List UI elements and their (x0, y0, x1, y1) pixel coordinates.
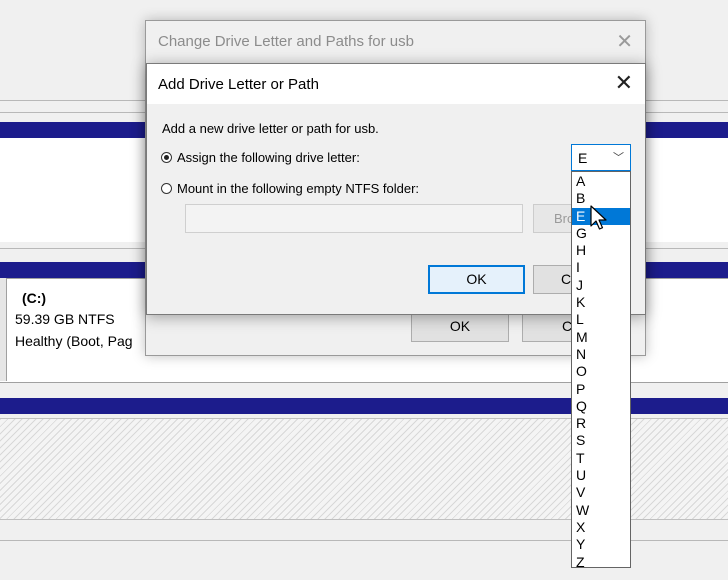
drive-letter-option[interactable]: Q (572, 398, 630, 415)
radio-unselected-icon[interactable] (161, 183, 172, 194)
drive-letter-option[interactable]: H (572, 242, 630, 259)
mount-folder-radio[interactable]: Mount in the following empty NTFS folder… (161, 181, 419, 196)
assign-letter-radio[interactable]: Assign the following drive letter: (161, 150, 360, 165)
ok-button[interactable]: OK (428, 265, 525, 294)
drive-letter-option[interactable]: N (572, 346, 630, 363)
drive-letter-option[interactable]: X (572, 519, 630, 536)
dialog-description: Add a new drive letter or path for usb. (162, 121, 379, 136)
drive-letter-option[interactable]: J (572, 277, 630, 294)
drive-letter-option[interactable]: I (572, 259, 630, 276)
partition-name: (C:) (22, 290, 47, 306)
drive-letter-option[interactable]: Z (572, 554, 630, 571)
close-icon[interactable]: ✕ (616, 29, 633, 54)
drive-letter-option[interactable]: W (572, 502, 630, 519)
mount-folder-label: Mount in the following empty NTFS folder… (177, 181, 420, 196)
title-bar: Add Drive Letter or Path ✕ (147, 64, 645, 104)
drive-letter-option[interactable]: T (572, 450, 630, 467)
drive-letter-option[interactable]: M (572, 329, 630, 346)
drive-letter-option[interactable]: V (572, 484, 630, 501)
mouse-pointer-icon (590, 205, 607, 230)
drive-letter-option[interactable]: P (572, 381, 630, 398)
partition-size: 59.39 GB NTFS (15, 311, 115, 327)
selected-drive-letter: E (578, 150, 588, 166)
dialog-title: Add Drive Letter or Path (158, 76, 319, 93)
ok-button[interactable]: OK (411, 311, 509, 342)
drive-letter-option[interactable]: U (572, 467, 630, 484)
dialog-title: Change Drive Letter and Paths for usb (158, 33, 414, 50)
drive-letter-select[interactable]: E ﹀ (571, 144, 631, 171)
drive-letter-option[interactable]: Y (572, 536, 630, 553)
drive-letter-option[interactable]: R (572, 415, 630, 432)
assign-letter-label: Assign the following drive letter: (177, 150, 360, 165)
disk-label-stub (0, 278, 7, 381)
partition-status: Healthy (Boot, Pag (15, 333, 133, 349)
drive-letter-option[interactable]: L (572, 311, 630, 328)
drive-letter-option[interactable]: O (572, 363, 630, 380)
close-icon[interactable]: ✕ (615, 70, 633, 96)
chevron-down-icon[interactable]: ﹀ (613, 149, 624, 165)
radio-selected-icon[interactable] (161, 152, 172, 163)
drive-letter-option[interactable]: A (572, 173, 630, 190)
drive-letter-option[interactable]: K (572, 294, 630, 311)
folder-path-field[interactable] (185, 204, 523, 233)
drive-letter-option[interactable]: S (572, 432, 630, 449)
